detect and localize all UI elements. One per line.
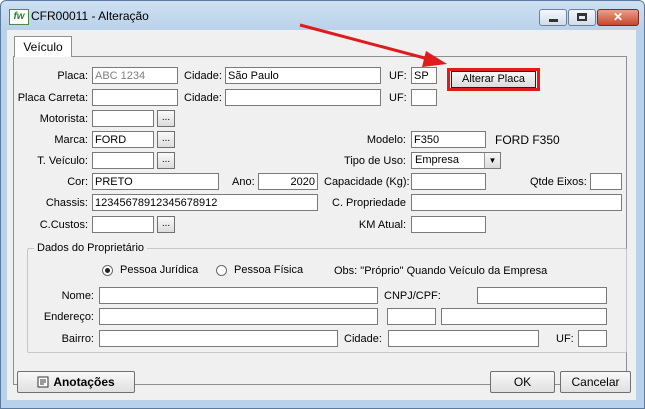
tveiculo-label: T. Veículo: <box>37 155 88 167</box>
chassis-input[interactable] <box>92 194 318 211</box>
placa-carreta-label: Placa Carreta: <box>17 92 88 104</box>
tveiculo-lookup-button[interactable]: ... <box>157 152 175 169</box>
chevron-down-icon[interactable]: ▼ <box>484 153 500 168</box>
uf-carreta-label: UF: <box>389 92 407 104</box>
km-label: KM Atual: <box>358 219 406 231</box>
cor-label: Cor: <box>67 176 88 188</box>
chassis-label: Chassis: <box>45 197 88 209</box>
capacidade-input[interactable] <box>411 173 486 190</box>
modelo-description: FORD F350 <box>495 133 560 147</box>
km-input[interactable] <box>411 216 486 233</box>
nome-input[interactable] <box>99 287 378 304</box>
owner-cidade-input[interactable] <box>388 330 539 347</box>
uf-carreta-input[interactable] <box>411 89 437 106</box>
propriedade-input[interactable] <box>411 194 622 211</box>
placa-carreta-input[interactable] <box>92 89 178 106</box>
marca-input[interactable] <box>92 131 154 148</box>
propriedade-label: C. Propriedade <box>332 197 406 209</box>
uf-input[interactable] <box>411 67 437 84</box>
owner-obs-note: Obs: "Próprio" Quando Veículo da Empresa <box>334 265 548 277</box>
owner-uf-label: UF: <box>556 333 574 345</box>
alterar-placa-button[interactable]: Alterar Placa <box>451 71 536 88</box>
qtde-eixos-input[interactable] <box>590 173 622 190</box>
minimize-icon <box>549 19 558 22</box>
owner-group-title: Dados do Proprietário <box>34 242 148 254</box>
tipo-uso-value: Empresa <box>415 154 460 166</box>
uf-label: UF: <box>389 70 407 82</box>
radio-pessoa-fisica[interactable] <box>216 265 227 276</box>
modelo-input[interactable] <box>411 131 486 148</box>
close-icon: ✕ <box>612 10 624 24</box>
tipo-uso-select[interactable]: Empresa ▼ <box>411 152 501 169</box>
tipo-uso-label: Tipo de Uso: <box>344 155 406 167</box>
tveiculo-input[interactable] <box>92 152 154 169</box>
bairro-input[interactable] <box>99 330 338 347</box>
minimize-button[interactable] <box>539 9 567 26</box>
cidade-input[interactable] <box>225 67 381 84</box>
owner-uf-input[interactable] <box>578 330 607 347</box>
qtde-eixos-label: Qtde Eixos: <box>530 176 587 188</box>
cnpj-input[interactable] <box>477 287 607 304</box>
radio-pessoa-juridica[interactable] <box>102 265 113 276</box>
radio-pessoa-juridica-label[interactable]: Pessoa Jurídica <box>120 264 198 276</box>
notes-icon <box>37 376 49 388</box>
nome-label: Nome: <box>61 290 94 302</box>
app-icon: fw <box>9 9 29 25</box>
marca-lookup-button[interactable]: ... <box>157 131 175 148</box>
maximize-icon <box>577 13 587 21</box>
close-button[interactable]: ✕ <box>597 9 639 26</box>
marca-label: Marca: <box>54 134 88 146</box>
radio-pessoa-fisica-label[interactable]: Pessoa Física <box>234 264 303 276</box>
ccustos-input[interactable] <box>92 216 154 233</box>
owner-cidade-label: Cidade: <box>344 333 382 345</box>
maximize-button[interactable] <box>568 9 596 26</box>
ccustos-label: C.Custos: <box>39 219 88 231</box>
bairro-label: Bairro: <box>61 333 94 345</box>
complemento-input[interactable] <box>441 308 607 325</box>
motorista-lookup-button[interactable]: ... <box>157 110 175 127</box>
ok-button[interactable]: OK <box>490 371 555 393</box>
cancelar-button[interactable]: Cancelar <box>560 371 631 393</box>
cidade-carreta-input[interactable] <box>225 89 381 106</box>
cor-input[interactable] <box>92 173 219 190</box>
ano-label: Ano: <box>232 176 255 188</box>
title-bar[interactable]: fw CFR00011 - Alteração ✕ <box>1 1 644 31</box>
cnpj-label: CNPJ/CPF: <box>384 290 441 302</box>
window-title: CFR00011 - Alteração <box>31 9 149 23</box>
endereco-label: Endereço: <box>43 311 94 323</box>
motorista-label: Motorista: <box>39 113 88 125</box>
anotacoes-button[interactable]: Anotações <box>17 371 135 393</box>
ano-input[interactable] <box>258 173 318 190</box>
ccustos-lookup-button[interactable]: ... <box>157 216 175 233</box>
motorista-input[interactable] <box>92 110 154 127</box>
numero-input[interactable] <box>387 308 436 325</box>
cidade-label: Cidade: <box>184 70 222 82</box>
placa-input[interactable] <box>92 67 178 84</box>
tab-veiculo[interactable]: Veículo <box>14 36 72 57</box>
capacidade-label: Capacidade (Kg): <box>324 176 410 188</box>
modelo-label: Modelo: <box>366 134 406 146</box>
placa-label: Placa: <box>57 70 88 82</box>
endereco-input[interactable] <box>99 308 378 325</box>
cidade-carreta-label: Cidade: <box>184 92 222 104</box>
anotacoes-label: Anotações <box>53 375 115 389</box>
